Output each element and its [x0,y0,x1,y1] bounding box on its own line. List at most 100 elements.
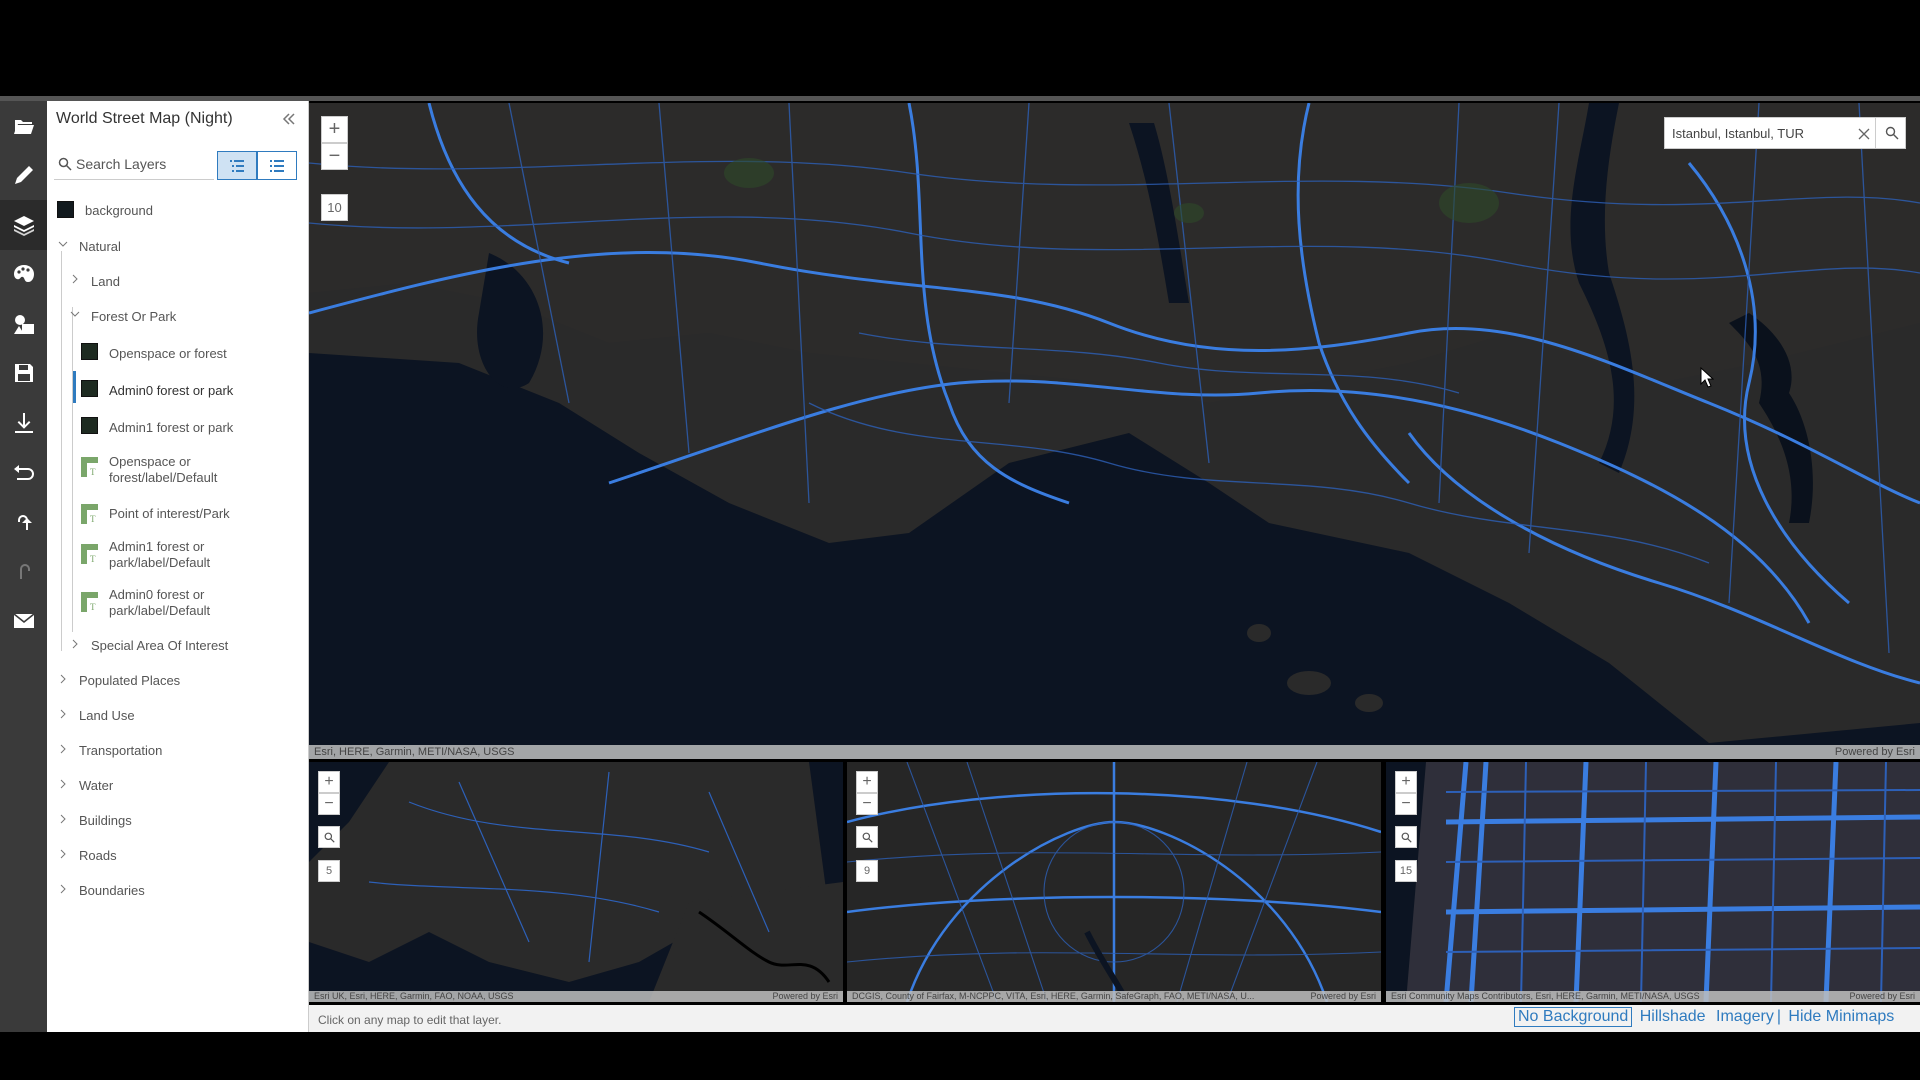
open-map-button[interactable] [0,101,47,151]
chevron-down-icon[interactable] [58,239,68,249]
search-icon [1401,832,1412,843]
attribution-text: Esri, HERE, Garmin, METI/NASA, USGS [314,746,515,758]
layer-openspace-label[interactable]: Openspace or forest/label/Default [109,454,217,486]
layer-group-roads[interactable]: Roads [79,848,117,863]
layer-admin1-label[interactable]: Admin1 forest or park/label/Default [109,539,210,571]
label-layer-icon: T [81,457,98,477]
magnifier-button[interactable] [1395,826,1417,848]
sprites-button[interactable] [0,299,47,349]
undo-button[interactable] [0,497,47,547]
chevron-right-icon[interactable] [58,849,68,859]
zoom-out-button[interactable]: − [1395,793,1417,815]
zoom-out-button[interactable]: − [321,143,348,170]
save-button[interactable] [0,349,47,399]
layer-group-forest-or-park[interactable]: Forest Or Park [91,309,176,324]
powered-by-text[interactable]: Powered by Esri [1310,991,1376,1002]
zoom-out-button[interactable]: − [856,793,878,815]
svg-text:T: T [90,602,96,612]
minimap-1[interactable]: + − 5 Esri UK, Esri, HERE, Garmin, FAO, … [309,762,843,1002]
layer-search[interactable]: Search Layers [54,149,214,180]
search-icon [862,832,873,843]
layers-button[interactable] [0,200,47,250]
edit-button[interactable] [0,151,47,201]
search-icon [1885,126,1899,140]
panel-title: World Street Map (Night) [56,110,233,127]
zoom-in-button[interactable]: + [856,771,878,793]
powered-by-text[interactable]: Powered by Esri [1849,991,1915,1002]
layer-group-land[interactable]: Land [91,274,120,289]
chevron-right-icon[interactable] [58,709,68,719]
layer-group-populated-places[interactable]: Populated Places [79,673,180,688]
image-shapes-icon [13,314,34,334]
hillshade-option[interactable]: Hillshade [1637,1008,1709,1026]
revert-icon [13,465,34,481]
layer-group-natural[interactable]: Natural [79,239,121,254]
no-background-option[interactable]: No Background [1514,1007,1633,1027]
collapse-panel-icon[interactable] [281,111,297,127]
clear-search-icon[interactable] [1857,127,1871,141]
zoom-in-button[interactable]: + [321,116,348,143]
chevron-right-icon[interactable] [58,744,68,754]
layer-search-input[interactable]: Search Layers [76,156,166,172]
chevron-down-icon[interactable] [70,309,80,319]
powered-by-text[interactable]: Powered by Esri [772,991,838,1002]
app-window: World Street Map (Night) Search Layers b… [0,101,1920,1032]
feedback-button[interactable] [0,596,47,646]
zoom-in-button[interactable]: + [318,771,340,793]
minimap-attribution: Esri Community Maps Contributors, Esri, … [1386,991,1920,1002]
search-icon [58,157,72,171]
imagery-option[interactable]: Imagery [1713,1008,1777,1026]
main-map[interactable]: + − 10 Istanbul, Istanbul, TUR Esri, HER… [309,103,1920,759]
list-view-button[interactable] [257,151,297,180]
layer-openspace-or-forest[interactable]: Openspace or forest [109,346,227,361]
layer-group-water[interactable]: Water [79,778,113,793]
footer-hint: Click on any map to edit that layer. [318,1013,502,1027]
revert-button[interactable] [0,448,47,498]
powered-by-text[interactable]: Powered by Esri [1835,745,1915,759]
layers-icon [13,215,34,236]
layer-background[interactable]: background [85,203,153,218]
left-toolbar [0,101,47,1032]
zoom-in-button[interactable]: + [1395,771,1417,793]
layer-admin0-forest-or-park[interactable]: Admin0 forest or park [109,383,233,398]
tree-view-button[interactable] [217,151,257,180]
chevron-right-icon[interactable] [70,639,80,649]
save-icon [14,364,33,383]
download-button[interactable] [0,398,47,448]
chevron-right-icon[interactable] [58,779,68,789]
pencil-icon [14,166,33,185]
layer-admin0-label[interactable]: Admin0 forest or park/label/Default [109,587,210,619]
layer-label-line: park/label/Default [109,555,211,570]
magnifier-button[interactable] [318,826,340,848]
chevron-right-icon[interactable] [58,884,68,894]
layer-group-land-use[interactable]: Land Use [79,708,135,723]
location-search-box[interactable]: Istanbul, Istanbul, TUR [1664,117,1906,149]
layer-group-boundaries[interactable]: Boundaries [79,883,145,898]
minimap-canvas [309,762,843,1002]
label-layer-icon: T [81,544,98,564]
chevron-right-icon[interactable] [58,674,68,684]
minimap-canvas [1386,762,1920,1002]
status-footer: Click on any map to edit that layer. No … [309,1005,1920,1032]
layer-group-special-area[interactable]: Special Area Of Interest [91,638,228,653]
chevron-right-icon[interactable] [70,274,80,284]
chevron-right-icon[interactable] [58,814,68,824]
layer-group-buildings[interactable]: Buildings [79,813,132,828]
magnifier-button[interactable] [856,826,878,848]
redo-button[interactable] [0,547,47,597]
hide-minimaps-option[interactable]: Hide Minimaps [1785,1008,1897,1026]
minimap-attribution: DCGIS, County of Fairfax, M-NCPPC, VITA,… [847,991,1381,1002]
layer-label-line: Admin1 forest or [109,539,205,554]
top-black-band [0,0,1920,96]
minimap-2[interactable]: + − 9 DCGIS, County of Fairfax, M-NCPPC,… [847,762,1381,1002]
layer-point-of-interest-park[interactable]: Point of interest/Park [109,506,230,521]
search-submit-button[interactable] [1875,118,1908,148]
zoom-level-display: 15 [1395,860,1417,882]
layer-group-transportation[interactable]: Transportation [79,743,162,758]
location-search-input[interactable]: Istanbul, Istanbul, TUR [1672,126,1804,141]
zoom-out-button[interactable]: − [318,793,340,815]
minimap-3[interactable]: + − 15 Esri Community Maps Contributors,… [1386,762,1920,1002]
layer-admin1-forest-or-park[interactable]: Admin1 forest or park [109,420,233,435]
style-button[interactable] [0,250,47,300]
layer-swatch [81,417,98,434]
